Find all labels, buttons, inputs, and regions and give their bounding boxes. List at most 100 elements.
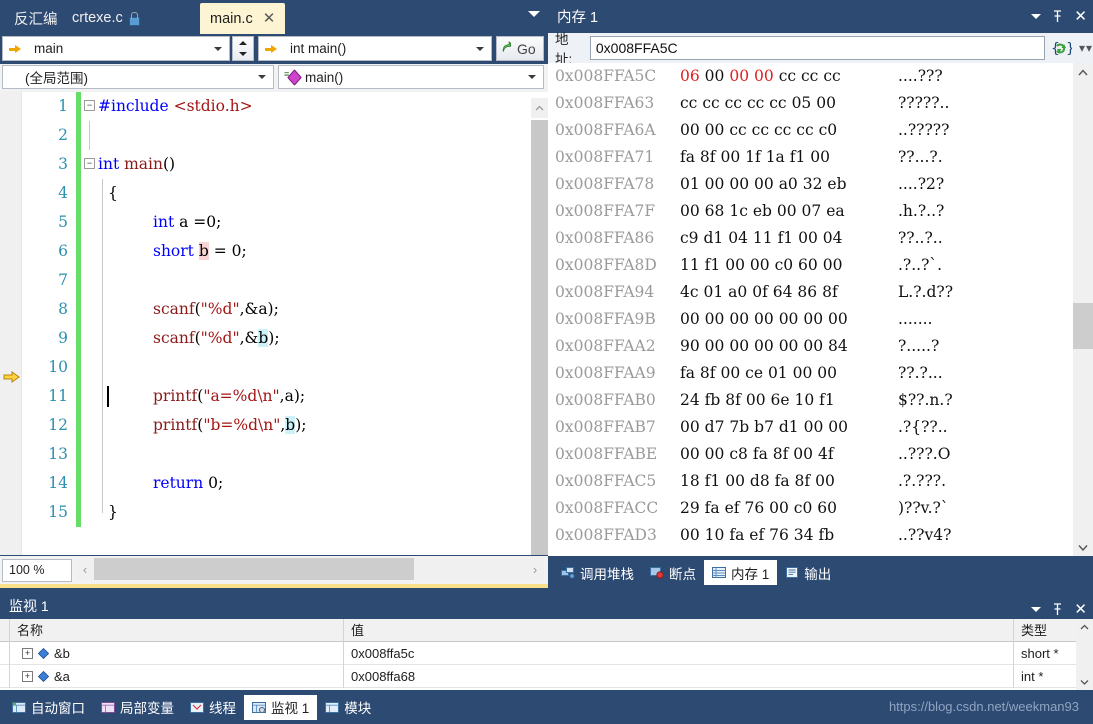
- memory-byte[interactable]: d8: [750, 472, 770, 490]
- memory-byte[interactable]: fa: [680, 148, 695, 166]
- memory-byte[interactable]: cc: [823, 67, 840, 85]
- memory-row[interactable]: 0x008FFA8D 11 f1 00 00 c0 60 00 .?..?`.: [548, 252, 1064, 279]
- memory-byte[interactable]: 00: [680, 418, 700, 436]
- memory-bytes[interactable]: 00 68 1c eb 00 07 ea: [680, 198, 898, 225]
- memory-byte[interactable]: 00: [754, 175, 774, 193]
- scroll-right-icon[interactable]: ›: [526, 558, 544, 580]
- memory-byte[interactable]: 84: [828, 337, 848, 355]
- watch-value[interactable]: 0x008ffa5c: [344, 641, 1014, 665]
- memory-byte[interactable]: c0: [794, 499, 813, 517]
- memory-byte[interactable]: 00: [750, 256, 770, 274]
- tab-threads[interactable]: 线程: [182, 695, 244, 720]
- scroll-thumb[interactable]: [1073, 303, 1093, 349]
- memory-byte[interactable]: ce: [745, 364, 763, 382]
- memory-byte[interactable]: 00: [810, 148, 830, 166]
- close-icon[interactable]: ✕: [258, 11, 276, 26]
- column-header-name[interactable]: 名称: [10, 618, 344, 642]
- memory-byte[interactable]: 00: [705, 337, 725, 355]
- memory-byte[interactable]: 00: [803, 310, 823, 328]
- memory-byte[interactable]: 7b: [729, 418, 749, 436]
- memory-byte[interactable]: cc: [752, 121, 769, 139]
- fold-toggle-icon[interactable]: −: [84, 158, 95, 169]
- memory-byte[interactable]: 11: [680, 256, 700, 274]
- memory-byte[interactable]: 00: [754, 310, 774, 328]
- memory-row[interactable]: 0x008FFAA2 90 00 00 00 00 00 84?.....?: [548, 333, 1064, 360]
- memory-byte[interactable]: 29: [680, 499, 700, 517]
- memory-byte[interactable]: 00: [705, 445, 725, 463]
- memory-byte[interactable]: 00: [777, 202, 797, 220]
- memory-row[interactable]: 0x008FFA71 fa 8f 00 1f 1a f1 00??...?.: [548, 144, 1064, 171]
- memory-byte[interactable]: 1f: [745, 148, 761, 166]
- function-selector[interactable]: int main(): [258, 36, 492, 61]
- memory-byte[interactable]: 64: [773, 283, 793, 301]
- memory-byte[interactable]: 00: [793, 445, 813, 463]
- memory-byte[interactable]: 8f: [725, 391, 741, 409]
- memory-byte[interactable]: b7: [754, 418, 774, 436]
- memory-byte[interactable]: d1: [703, 229, 723, 247]
- memory-byte[interactable]: cc: [747, 94, 764, 112]
- memory-byte[interactable]: c8: [729, 445, 748, 463]
- memory-byte[interactable]: f1: [705, 472, 721, 490]
- memory-row[interactable]: 0x008FFA94 4c 01 a0 0f 64 86 8f L.?.d??: [548, 279, 1064, 306]
- scroll-thumb[interactable]: [94, 558, 414, 580]
- stepper-up-icon[interactable]: [233, 37, 253, 49]
- memory-byte[interactable]: f1: [790, 148, 806, 166]
- memory-byte[interactable]: 00: [779, 310, 799, 328]
- memory-byte[interactable]: 1c: [729, 202, 748, 220]
- stepper-down-icon[interactable]: [233, 49, 253, 61]
- editor-vertical-scrollbar[interactable]: ≑: [525, 92, 548, 555]
- memory-byte[interactable]: 00: [720, 148, 740, 166]
- panel-menu-icon[interactable]: [1031, 607, 1041, 612]
- expand-icon[interactable]: +: [22, 647, 33, 659]
- memory-byte[interactable]: 00: [798, 229, 818, 247]
- memory-byte[interactable]: 00: [729, 337, 749, 355]
- scope-selector[interactable]: (全局范围): [2, 65, 274, 89]
- memory-byte[interactable]: fa: [680, 364, 695, 382]
- member-selector[interactable]: main(): [278, 65, 544, 89]
- memory-byte[interactable]: 00: [815, 472, 835, 490]
- memory-row[interactable]: 0x008FFAB7 00 d7 7b b7 d1 00 00 .?{??..: [548, 414, 1064, 441]
- memory-bytes[interactable]: 11 f1 00 00 c0 60 00: [680, 252, 898, 279]
- memory-bytes[interactable]: 4c 01 a0 0f 64 86 8f: [680, 279, 898, 306]
- memory-byte[interactable]: fa: [753, 445, 768, 463]
- table-row[interactable]: + &b 0x008ffa5c short *: [0, 641, 1093, 665]
- memory-bytes[interactable]: 00 10 fa ef 76 34 fb: [680, 522, 898, 549]
- memory-byte[interactable]: eb: [827, 175, 846, 193]
- memory-byte[interactable]: f1: [778, 229, 794, 247]
- scroll-up-icon[interactable]: [1073, 63, 1093, 81]
- memory-byte[interactable]: 00: [725, 472, 745, 490]
- memory-byte[interactable]: 05: [792, 94, 812, 112]
- memory-dump[interactable]: 0x008FFA5C 06 00 00 00 cc cc cc....??? 0x0…: [548, 63, 1093, 556]
- memory-byte[interactable]: c0: [819, 121, 838, 139]
- memory-row[interactable]: 0x008FFAD3 00 10 fa ef 76 34 fb ..??v4?: [548, 522, 1064, 549]
- scroll-down-icon[interactable]: [1076, 674, 1093, 690]
- memory-byte[interactable]: 00: [793, 364, 813, 382]
- memory-byte[interactable]: cc: [774, 121, 791, 139]
- tab-crtexe-c[interactable]: crtexe.c: [62, 3, 149, 33]
- memory-byte[interactable]: 76: [769, 526, 789, 544]
- toolbar-overflow-icon[interactable]: ▾▾: [1079, 41, 1093, 55]
- memory-row[interactable]: 0x008FFAA9 fa 8f 00 ce 01 00 00??.?...: [548, 360, 1064, 387]
- pin-icon[interactable]: [1052, 603, 1063, 616]
- memory-byte[interactable]: 00: [769, 499, 789, 517]
- memory-byte[interactable]: d7: [705, 418, 725, 436]
- reevaluate-button[interactable]: { }: [1049, 36, 1074, 60]
- watch-value[interactable]: 0x008ffa68: [344, 664, 1014, 688]
- watch-name-cell[interactable]: + &a: [10, 664, 344, 688]
- memory-byte[interactable]: 0f: [752, 283, 768, 301]
- column-header-type[interactable]: 类型: [1014, 619, 1074, 642]
- memory-row[interactable]: 0x008FFA6A 00 00 cc cc cc cc c0..?????: [548, 117, 1064, 144]
- memory-byte[interactable]: 00: [823, 256, 843, 274]
- memory-byte[interactable]: 00: [779, 337, 799, 355]
- memory-byte[interactable]: 01: [768, 364, 788, 382]
- watch-vertical-scrollbar[interactable]: [1076, 619, 1093, 690]
- indicator-margin[interactable]: [0, 92, 22, 555]
- memory-byte[interactable]: 4f: [818, 445, 834, 463]
- panel-menu-icon[interactable]: [1031, 14, 1041, 19]
- memory-byte[interactable]: ef: [749, 526, 764, 544]
- memory-byte[interactable]: 00: [746, 391, 766, 409]
- tab-autos[interactable]: 自动窗口: [4, 695, 93, 720]
- go-button[interactable]: Go: [496, 36, 544, 61]
- memory-byte[interactable]: 00: [754, 337, 774, 355]
- memory-byte[interactable]: 8f: [822, 283, 838, 301]
